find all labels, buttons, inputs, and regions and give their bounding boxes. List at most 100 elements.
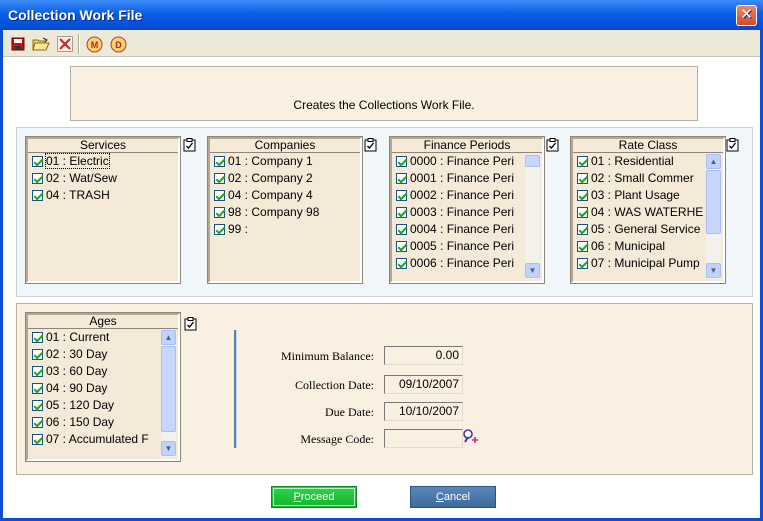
ages-select-all-icon[interactable] bbox=[184, 317, 197, 331]
list-item[interactable]: 0002 : Finance Peri bbox=[392, 187, 542, 204]
list-item[interactable]: 0003 : Finance Peri bbox=[392, 204, 542, 221]
checkbox[interactable] bbox=[214, 156, 225, 167]
checkbox[interactable] bbox=[32, 332, 43, 343]
checkbox[interactable] bbox=[32, 156, 43, 167]
list-item[interactable]: 06 : 150 Day bbox=[28, 414, 178, 431]
list-item[interactable]: 01 : Current bbox=[28, 329, 178, 346]
finance-periods-header: Finance Periods bbox=[392, 139, 542, 153]
list-item[interactable]: 98 : Company 98 bbox=[210, 204, 360, 221]
checkbox[interactable] bbox=[214, 207, 225, 218]
scrollbar-thumb[interactable] bbox=[706, 170, 721, 234]
finance-periods-list[interactable]: Finance Periods 0000 : Finance Peri 0001… bbox=[389, 136, 545, 284]
list-item[interactable]: 04 : 90 Day bbox=[28, 380, 178, 397]
finance-periods-select-all-icon[interactable] bbox=[546, 138, 559, 152]
proceed-button[interactable]: Proceed bbox=[271, 486, 357, 508]
rate-class-select-all-icon[interactable] bbox=[726, 138, 739, 152]
list-item[interactable]: 04 : TRASH bbox=[28, 187, 178, 204]
checkbox[interactable] bbox=[577, 156, 588, 167]
close-icon: ✕ bbox=[740, 6, 753, 23]
checkbox[interactable] bbox=[577, 207, 588, 218]
services-header: Services bbox=[28, 139, 178, 153]
list-item[interactable]: 02 : Small Commer bbox=[573, 170, 723, 187]
list-item[interactable]: 0004 : Finance Peri bbox=[392, 221, 542, 238]
scrollbar-thumb[interactable] bbox=[161, 346, 176, 432]
list-item[interactable]: 04 : WAS WATERHE bbox=[573, 204, 723, 221]
ages-scrollbar[interactable]: ▲ ▼ bbox=[161, 330, 176, 457]
list-item[interactable]: 0005 : Finance Peri bbox=[392, 238, 542, 255]
checkbox[interactable] bbox=[32, 417, 43, 428]
list-item[interactable]: 0000 : Finance Peri bbox=[392, 153, 542, 170]
services-list[interactable]: Services 01 : Electric 02 : Wat/Sew 04 :… bbox=[25, 136, 181, 284]
checkbox[interactable] bbox=[396, 224, 407, 235]
due-date-field[interactable]: 10/10/2007 bbox=[384, 402, 463, 421]
chevron-up-icon: ▲ bbox=[709, 157, 718, 166]
svg-text:M: M bbox=[90, 40, 98, 50]
scroll-up-button[interactable]: ▲ bbox=[706, 154, 721, 169]
message-code-field[interactable] bbox=[384, 429, 463, 448]
checkbox[interactable] bbox=[396, 207, 407, 218]
scrollbar-thumb[interactable] bbox=[525, 155, 540, 167]
checkbox[interactable] bbox=[396, 258, 407, 269]
checkbox[interactable] bbox=[577, 190, 588, 201]
toolbar-separator bbox=[78, 34, 80, 54]
checkbox[interactable] bbox=[32, 400, 43, 411]
checkbox[interactable] bbox=[396, 190, 407, 201]
checkbox[interactable] bbox=[577, 258, 588, 269]
delete-button[interactable] bbox=[54, 33, 76, 55]
scroll-up-button[interactable]: ▲ bbox=[161, 330, 176, 345]
checkbox[interactable] bbox=[32, 173, 43, 184]
scroll-down-button[interactable]: ▼ bbox=[706, 263, 721, 278]
checkbox[interactable] bbox=[214, 173, 225, 184]
d-button[interactable]: D bbox=[107, 33, 129, 55]
checkbox[interactable] bbox=[396, 241, 407, 252]
list-item[interactable]: 02 : Wat/Sew bbox=[28, 170, 178, 187]
rate-class-scrollbar[interactable]: ▲ ▼ bbox=[706, 154, 721, 279]
finance-periods-scrollbar[interactable]: ▼ bbox=[525, 154, 540, 279]
companies-select-all-icon[interactable] bbox=[364, 138, 377, 152]
list-item[interactable]: 99 : bbox=[210, 221, 360, 238]
list-item[interactable]: 03 : 60 Day bbox=[28, 363, 178, 380]
list-item[interactable]: 02 : 30 Day bbox=[28, 346, 178, 363]
open-button[interactable] bbox=[30, 33, 52, 55]
list-item[interactable]: 07 : Municipal Pump bbox=[573, 255, 723, 272]
save-button[interactable] bbox=[7, 33, 29, 55]
list-item[interactable]: 0001 : Finance Peri bbox=[392, 170, 542, 187]
ages-list[interactable]: Ages 01 : Current 02 : 30 Day 03 : 60 Da… bbox=[25, 312, 181, 462]
rate-class-list[interactable]: Rate Class 01 : Residential 02 : Small C… bbox=[570, 136, 726, 284]
checkbox[interactable] bbox=[32, 190, 43, 201]
scroll-down-button[interactable]: ▼ bbox=[525, 263, 540, 278]
checkbox[interactable] bbox=[396, 156, 407, 167]
close-button[interactable]: ✕ bbox=[736, 5, 757, 26]
list-item[interactable]: 04 : Company 4 bbox=[210, 187, 360, 204]
companies-list[interactable]: Companies 01 : Company 1 02 : Company 2 … bbox=[207, 136, 363, 284]
checkbox[interactable] bbox=[577, 224, 588, 235]
min-balance-field[interactable]: 0.00 bbox=[384, 346, 463, 365]
checkbox[interactable] bbox=[214, 224, 225, 235]
checkbox[interactable] bbox=[32, 349, 43, 360]
search-icon[interactable] bbox=[462, 428, 480, 446]
list-item[interactable]: 05 : General Service bbox=[573, 221, 723, 238]
list-item[interactable]: 06 : Municipal bbox=[573, 238, 723, 255]
checkbox[interactable] bbox=[577, 241, 588, 252]
title-bar[interactable]: Collection Work File ✕ bbox=[0, 0, 763, 30]
services-select-all-icon[interactable] bbox=[183, 138, 196, 152]
collection-date-field[interactable]: 09/10/2007 bbox=[384, 375, 463, 394]
list-item[interactable]: 03 : Plant Usage bbox=[573, 187, 723, 204]
checkbox[interactable] bbox=[214, 190, 225, 201]
m-button[interactable]: M bbox=[83, 33, 105, 55]
list-item[interactable]: 07 : Accumulated F bbox=[28, 431, 178, 448]
scroll-down-button[interactable]: ▼ bbox=[161, 441, 176, 456]
checkbox[interactable] bbox=[396, 173, 407, 184]
list-item[interactable]: 01 : Company 1 bbox=[210, 153, 360, 170]
checkbox[interactable] bbox=[32, 434, 43, 445]
list-item[interactable]: 0006 : Finance Peri bbox=[392, 255, 542, 272]
cancel-button[interactable]: Cancel bbox=[410, 486, 496, 508]
description-text: Creates the Collections Work File. bbox=[293, 98, 475, 112]
list-item[interactable]: 01 : Electric bbox=[28, 153, 178, 170]
list-item[interactable]: 05 : 120 Day bbox=[28, 397, 178, 414]
checkbox[interactable] bbox=[577, 173, 588, 184]
checkbox[interactable] bbox=[32, 366, 43, 377]
checkbox[interactable] bbox=[32, 383, 43, 394]
list-item[interactable]: 01 : Residential bbox=[573, 153, 723, 170]
list-item[interactable]: 02 : Company 2 bbox=[210, 170, 360, 187]
